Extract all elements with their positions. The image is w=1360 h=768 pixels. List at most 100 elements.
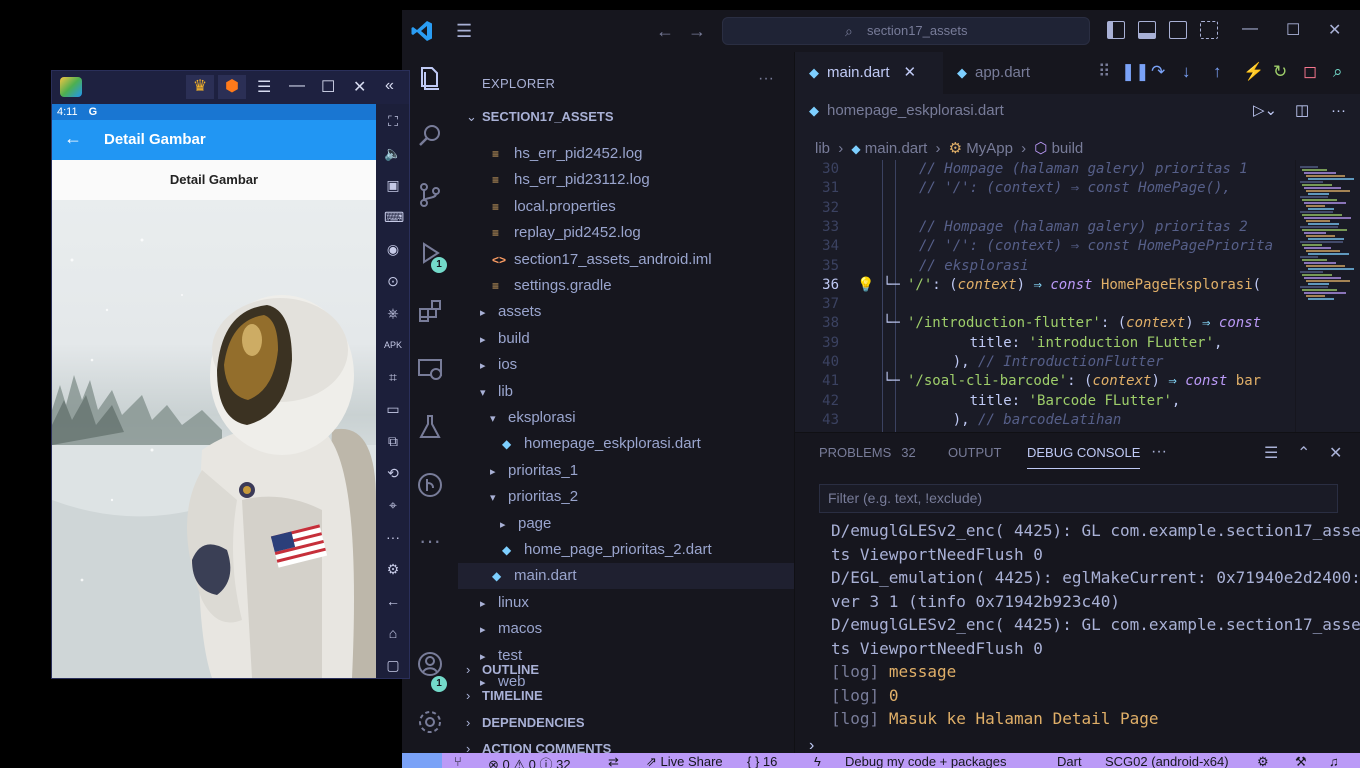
step-into-icon[interactable]: ↓ [1182,62,1191,82]
branch-icon[interactable]: ⑂ [454,754,462,768]
tab-debug-console[interactable]: DEBUG CONSOLE [1027,445,1141,469]
folder-icon[interactable]: ▭ [384,400,402,418]
tree-folder[interactable]: ▸ prioritas_1 [458,458,794,484]
screenshot-icon[interactable]: ⌗ [384,368,402,386]
game-controls-icon[interactable]: ⎈ [384,304,402,322]
toggle-panel-icon[interactable] [1138,21,1156,39]
section-dependencies[interactable]: › DEPENDENCIES [466,715,585,730]
tree-folder[interactable]: ▾ lib [458,379,794,405]
tree-file[interactable]: ◆ main.dart [458,563,794,590]
android-home-icon[interactable]: ⌂ [384,624,402,642]
tree-folder[interactable]: ▸ page [458,511,794,537]
accounts-status-icon[interactable]: ⚒ [1295,754,1307,768]
breadcrumb-method[interactable]: build [1052,140,1084,157]
fullscreen-icon[interactable]: ⛶ [384,112,402,130]
command-center-search[interactable]: ⌕ section17_assets [722,17,1090,45]
device-status[interactable]: SCG02 (android-x64) [1105,754,1229,768]
menu-icon[interactable]: ☰ [456,22,476,40]
close-window-icon[interactable]: ✕ [1328,20,1341,40]
tree-folder[interactable]: ▸ macos [458,616,794,642]
tab-problems[interactable]: PROBLEMS 32 [819,445,916,469]
maximize-icon[interactable]: ☐ [1286,20,1300,40]
tree-file[interactable]: ◆ homepage_eskplorasi.dart [458,431,794,457]
source-control-icon[interactable] [416,181,444,209]
tree-folder[interactable]: ▾ eksplorasi [458,405,794,431]
feedback-icon[interactable]: ⚙ [1257,754,1269,768]
tree-file[interactable]: ≡ local.properties [458,194,794,220]
apk-icon[interactable]: APK [384,336,402,354]
customize-layout-icon[interactable] [1200,21,1218,39]
forward-arrow-icon[interactable]: → [688,21,706,42]
notifications-icon[interactable]: ♫ [1329,754,1339,768]
hot-reload-icon[interactable]: ⚡ [1243,62,1264,82]
step-out-icon[interactable]: ↑ [1213,62,1222,82]
multi-instance-icon[interactable]: ⧉ [384,432,402,450]
tab-app-dart[interactable]: ◆ app.dart [943,52,1073,94]
pause-icon[interactable]: ❚❚ [1121,62,1150,82]
macro-icon[interactable]: ⊙ [384,272,402,290]
run-status-icon[interactable]: ⇄ [608,754,619,768]
breadcrumb-lib[interactable]: lib [815,140,830,157]
gem-icon[interactable]: ⬢ [218,75,246,99]
location-icon[interactable]: ⌖ [384,496,402,514]
volume-icon[interactable]: 🔈 [384,144,402,162]
step-over-icon[interactable]: ↷ [1151,62,1165,82]
more-actions-icon[interactable]: ··· [1331,94,1346,128]
settings-gear-icon[interactable]: ⚙ [384,560,402,578]
media-icon[interactable]: ▣ [384,176,402,194]
tree-folder[interactable]: ▸ linux [458,590,794,616]
tree-file[interactable]: ≡ replay_pid2452.log [458,220,794,246]
tree-file[interactable]: <> section17_assets_android.iml [458,247,794,273]
debug-drag-handle-icon[interactable]: ⠿ [1098,62,1110,82]
collapse-sidebar-icon[interactable]: « [385,77,394,95]
tab-main-dart[interactable]: ◆ main.dart ✕ [795,52,943,94]
settings-gear-icon[interactable] [416,708,444,736]
minimap[interactable] [1295,160,1360,432]
more-options-icon[interactable]: ··· [384,528,402,546]
devtools-icon[interactable]: ⌕ [1333,62,1343,82]
tree-folder[interactable]: ▾ prioritas_2 [458,484,794,510]
toggle-secondary-sidebar-icon[interactable] [1169,21,1187,39]
record-icon[interactable]: ◉ [384,240,402,258]
tree-file[interactable]: ≡ settings.gradle [458,273,794,299]
tree-folder[interactable]: ▸ build [458,326,794,352]
panel-more-icon[interactable]: ··· [1151,443,1167,461]
back-arrow-icon[interactable]: ← [656,21,674,42]
problems-status[interactable]: ⊗ 0 ⚠ 0 ⓘ 32 [488,754,571,768]
git-graph-icon[interactable] [416,471,444,499]
maximize-panel-icon[interactable]: ⌃ [1297,443,1310,463]
rotate-icon[interactable]: ⟲ [384,464,402,482]
tree-file[interactable]: ≡ hs_err_pid2452.log [458,141,794,167]
subtab-label[interactable]: homepage_eskplorasi.dart [827,102,1004,119]
run-debug-dropdown-icon[interactable]: ▷⌄ [1253,94,1277,128]
console-filter-input[interactable]: Filter (e.g. text, !exclude) [819,484,1338,513]
more-actions-icon[interactable]: ··· [758,70,774,88]
live-share-button[interactable]: ⇗ Live Share [646,754,723,768]
lightning-icon[interactable]: ϟ [814,754,821,768]
extensions-icon[interactable] [416,297,444,325]
restart-icon[interactable]: ↻ [1273,62,1287,82]
testing-icon[interactable] [416,413,444,441]
tree-file[interactable]: ≡ hs_err_pid23112.log [458,167,794,193]
close-icon[interactable]: ✕ [353,77,366,97]
section-outline[interactable]: › OUTLINE [466,662,539,677]
project-header[interactable]: ⌄ SECTION17_ASSETS [466,109,614,125]
back-arrow-icon[interactable]: ← [64,128,82,149]
split-editor-icon[interactable]: ◫ [1295,94,1309,128]
keyboard-icon[interactable]: ⌨ [384,208,404,226]
breadcrumb-file[interactable]: main.dart [865,140,928,157]
tab-output[interactable]: OUTPUT [948,445,1001,469]
explorer-icon[interactable] [416,64,444,92]
more-views-icon[interactable]: ··· [416,528,444,556]
android-back-icon[interactable]: ← [384,592,402,610]
code-editor[interactable]: 30 // Hompage (halaman galery) prioritas … [795,160,1295,432]
recent-apps-icon[interactable]: ▢ [384,656,402,674]
remote-explorer-icon[interactable] [416,355,444,383]
lightbulb-icon[interactable]: 💡 [857,276,874,295]
section-timeline[interactable]: › TIMELINE [466,688,543,703]
remote-indicator[interactable] [402,753,442,768]
accounts-icon[interactable] [416,650,444,678]
close-tab-icon[interactable]: ✕ [904,64,917,81]
breadcrumb-class[interactable]: MyApp [966,140,1013,157]
close-panel-icon[interactable]: ✕ [1329,443,1342,463]
